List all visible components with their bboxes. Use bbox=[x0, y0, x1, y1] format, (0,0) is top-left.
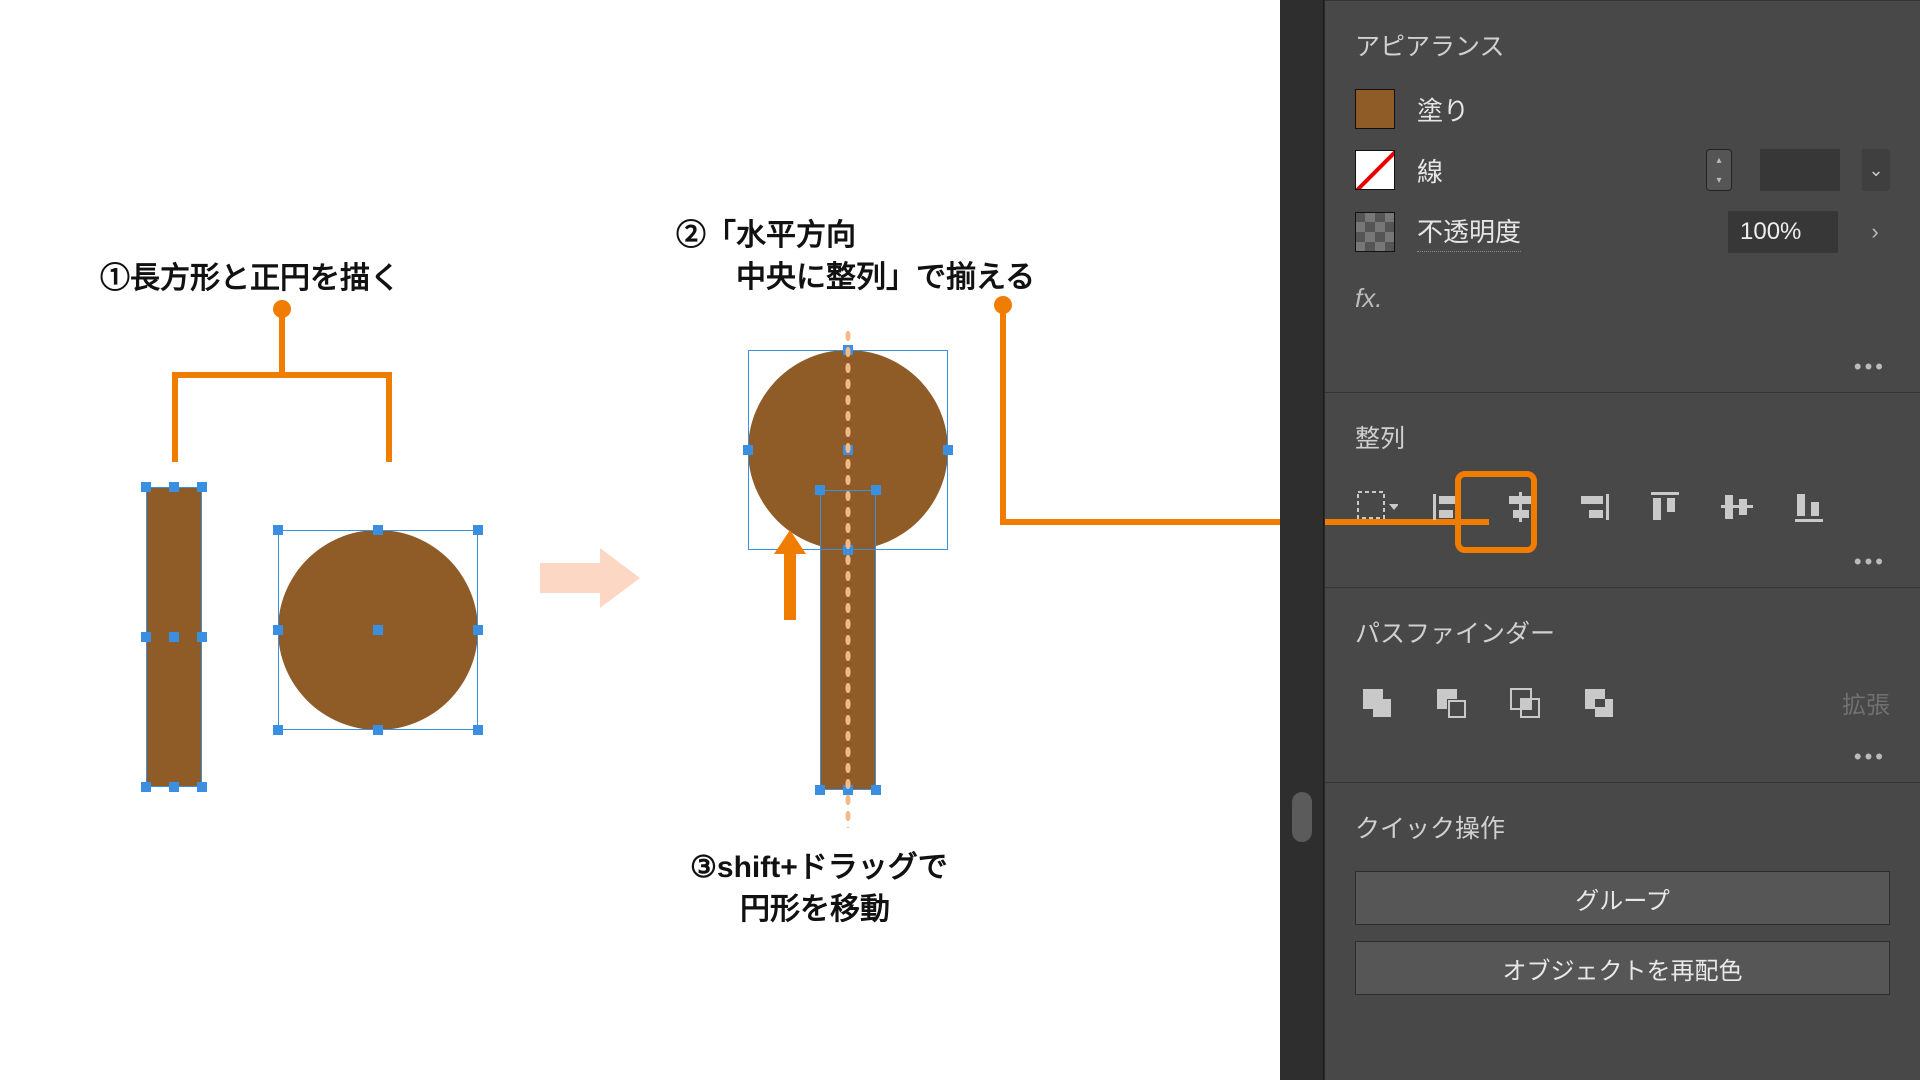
align-top-button[interactable] bbox=[1643, 485, 1687, 529]
canvas-area: ①長方形と正円を描く ②「水平方向 中央に整列」で揃える ③shif bbox=[0, 0, 1280, 1080]
align-highlight bbox=[1455, 471, 1537, 553]
step1-label: ①長方形と正円を描く bbox=[100, 253, 400, 297]
pathfinder-title: パスファインダー bbox=[1355, 614, 1890, 650]
pathfinder-expand-button: 拡張 bbox=[1842, 685, 1890, 720]
align-section: 整列 bbox=[1325, 392, 1920, 543]
step2-connector-dot bbox=[994, 296, 1012, 314]
pathfinder-unite-button[interactable] bbox=[1355, 680, 1399, 724]
opacity-value[interactable]: 100% bbox=[1728, 211, 1838, 253]
stroke-width-dropdown[interactable]: ⌄ bbox=[1862, 149, 1890, 191]
arrow-up-icon bbox=[770, 530, 810, 620]
stroke-label[interactable]: 線 bbox=[1417, 152, 1443, 189]
bracket-right bbox=[386, 372, 392, 462]
opacity-flyout-icon[interactable]: › bbox=[1860, 211, 1890, 253]
stroke-width-stepper[interactable]: ▴▾ bbox=[1706, 149, 1732, 191]
arrow-right-icon bbox=[540, 548, 640, 608]
appearance-title: アピアランス bbox=[1355, 27, 1890, 63]
recolor-button[interactable]: オブジェクトを再配色 bbox=[1355, 941, 1890, 995]
quick-actions-section: クイック操作 グループ オブジェクトを再配色 bbox=[1325, 782, 1920, 1025]
properties-panel: アピアランス 塗り 線 ▴▾ ⌄ 不透明度 100% › fx. bbox=[1280, 0, 1920, 1080]
opacity-label[interactable]: 不透明度 bbox=[1417, 212, 1521, 252]
stroke-row: 線 ▴▾ ⌄ bbox=[1355, 149, 1890, 191]
align-to-dropdown[interactable] bbox=[1355, 485, 1399, 529]
scrollbar-thumb[interactable] bbox=[1292, 792, 1312, 842]
fill-row: 塗り bbox=[1355, 89, 1890, 129]
align-title: 整列 bbox=[1355, 419, 1890, 455]
fill-swatch[interactable] bbox=[1355, 89, 1395, 129]
align-vertical-center-button[interactable] bbox=[1715, 485, 1759, 529]
align-right-button[interactable] bbox=[1571, 485, 1615, 529]
quick-title: クイック操作 bbox=[1355, 809, 1890, 845]
align-more-icon[interactable]: ••• bbox=[1854, 549, 1886, 575]
bracket-dot bbox=[273, 300, 291, 318]
step2-line2: 中央に整列」で揃える bbox=[676, 252, 1035, 296]
opacity-row: 不透明度 100% › bbox=[1355, 211, 1890, 253]
appearance-section: アピアランス 塗り 線 ▴▾ ⌄ 不透明度 100% › fx. bbox=[1325, 0, 1920, 348]
pathfinder-minus-front-button[interactable] bbox=[1429, 680, 1473, 724]
pathfinder-section: パスファインダー 拡張 bbox=[1325, 587, 1920, 738]
center-guide bbox=[844, 328, 852, 828]
fx-button[interactable]: fx. bbox=[1355, 283, 1382, 314]
stroke-swatch-none[interactable] bbox=[1355, 150, 1395, 190]
step2-line1: ②「水平方向 bbox=[676, 210, 856, 254]
opacity-swatch[interactable] bbox=[1355, 212, 1395, 252]
bracket-left bbox=[172, 372, 178, 462]
fill-label: 塗り bbox=[1417, 91, 1469, 128]
group-button[interactable]: グループ bbox=[1355, 871, 1890, 925]
step3-line1: ③shift+ドラッグで bbox=[690, 842, 948, 886]
pathfinder-exclude-button[interactable] bbox=[1577, 680, 1621, 724]
align-bottom-button[interactable] bbox=[1787, 485, 1831, 529]
stroke-width-field[interactable] bbox=[1760, 149, 1840, 191]
bracket-stem bbox=[279, 310, 285, 372]
pathfinder-intersect-button[interactable] bbox=[1503, 680, 1547, 724]
appearance-more-icon[interactable]: ••• bbox=[1854, 354, 1886, 380]
step2-connector-vert bbox=[1000, 302, 1006, 522]
panel-gutter bbox=[1280, 0, 1324, 1080]
connector-to-panel bbox=[1000, 519, 1286, 525]
pathfinder-more-icon[interactable]: ••• bbox=[1854, 744, 1886, 770]
step3-line2: 円形を移動 bbox=[740, 884, 890, 928]
bracket-top bbox=[172, 372, 392, 378]
